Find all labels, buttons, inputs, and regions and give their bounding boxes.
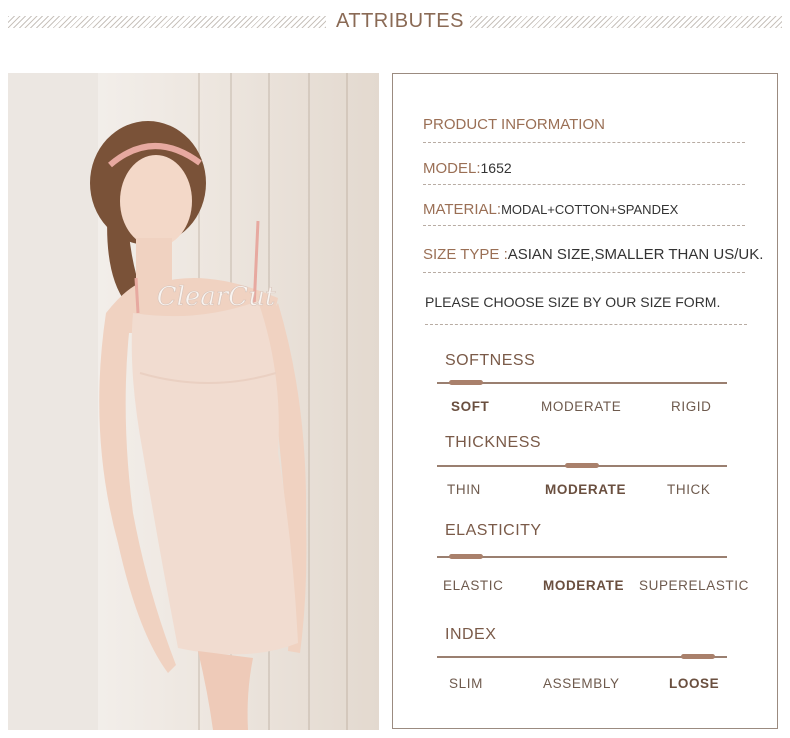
product-photo: ClearCut: [8, 73, 379, 730]
header-divider-right: [470, 16, 782, 28]
attributes-panel: PRODUCT INFORMATION MODEL:1652 MATERIAL:…: [392, 73, 778, 729]
scale-indicator: [449, 554, 483, 559]
scale-option: ASSEMBLY: [543, 676, 620, 691]
product-info-heading: PRODUCT INFORMATION: [423, 116, 745, 143]
header-divider-left: [8, 16, 326, 28]
scale-option: THIN: [447, 482, 481, 497]
scale-track: [437, 463, 727, 468]
scale-title: SOFTNESS: [445, 352, 536, 369]
scale-option: MODERATE: [541, 399, 622, 414]
scale-indicator: [565, 463, 599, 468]
page-title: ATTRIBUTES: [336, 10, 464, 32]
scale-indicator: [449, 380, 483, 385]
scale-option: SUPERELASTIC: [639, 578, 749, 593]
scale-track: [437, 554, 727, 559]
scale-option: SLIM: [449, 676, 483, 691]
scale-title: THICKNESS: [445, 434, 542, 451]
scale-title: ELASTICITY: [445, 522, 542, 539]
model-illustration: ClearCut: [8, 73, 307, 730]
scale-title: INDEX: [445, 626, 497, 643]
scale-option: SOFT: [451, 399, 490, 414]
scale-option: MODERATE: [545, 482, 627, 497]
material-row: MATERIAL:MODAL+COTTON+SPANDEX: [423, 201, 745, 226]
scale-indicator: [681, 654, 715, 659]
scale-option: LOOSE: [669, 676, 720, 691]
dress-print-text: ClearCut: [157, 282, 276, 312]
size-type-row: SIZE TYPE :ASIAN SIZE,SMALLER THAN US/UK…: [423, 246, 763, 273]
scale-option: ELASTIC: [443, 578, 504, 593]
scale-option: THICK: [667, 482, 711, 497]
scale-option: RIGID: [671, 399, 712, 414]
scale-track: [437, 654, 727, 659]
scale-option: MODERATE: [543, 578, 625, 593]
size-note-row: PLEASE CHOOSE SIZE BY OUR SIZE FORM.: [425, 294, 747, 325]
scale-track: [437, 380, 727, 385]
model-row: MODEL:1652: [423, 160, 745, 185]
